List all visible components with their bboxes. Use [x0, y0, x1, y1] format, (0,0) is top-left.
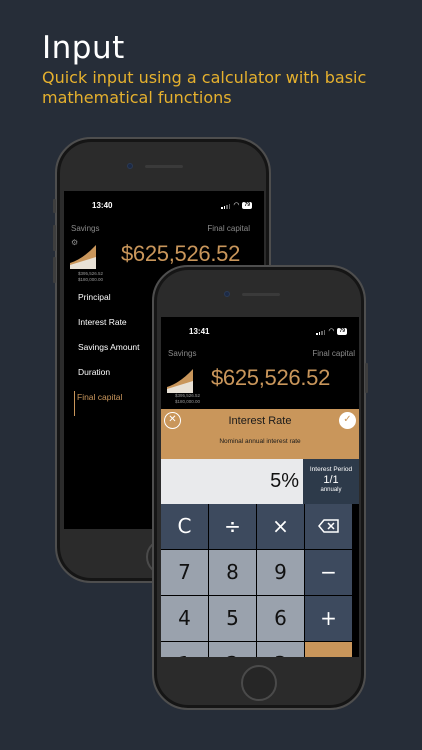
chart-legend: $395,526.52 $180,000.00: [78, 271, 103, 282]
headline: Input: [42, 30, 125, 66]
final-capital-amount: $625,526.52: [121, 241, 241, 266]
key-6[interactable]: 6: [257, 596, 304, 641]
legend-interest: $395,526.52: [175, 393, 201, 398]
savings-chart-icon: [167, 369, 193, 393]
multiply-key[interactable]: ×: [257, 504, 304, 549]
legend-principal: $180,000.00: [78, 276, 104, 282]
key-2[interactable]: 2: [209, 642, 256, 657]
final-capital-label: Final capital: [207, 224, 250, 233]
display-value: 5%: [270, 470, 299, 492]
minus-key[interactable]: −: [305, 550, 352, 595]
final-capital-label: Final capital: [312, 349, 355, 358]
battery-icon: 79: [242, 202, 252, 209]
divide-key[interactable]: ÷: [209, 504, 256, 549]
clock: 13:40: [92, 201, 113, 210]
interest-period-selector[interactable]: Interest Period 1/1 annualy: [303, 459, 359, 504]
speaker: [242, 293, 280, 296]
battery-icon: 79: [337, 328, 347, 335]
plus-key[interactable]: +: [305, 596, 352, 641]
key-5[interactable]: 5: [209, 596, 256, 641]
savings-chart-icon: [70, 245, 96, 269]
savings-label: Savings: [71, 224, 100, 233]
subline: Quick input using a calculator with basi…: [42, 68, 367, 107]
status-bar: 13:41 ◠ 79: [161, 327, 359, 341]
equals-key[interactable]: [305, 642, 352, 657]
calculator-display: 5%: [161, 459, 303, 504]
backspace-icon: [317, 519, 339, 533]
key-8[interactable]: 8: [209, 550, 256, 595]
period-label: Interest Period: [309, 466, 353, 473]
period-unit: annualy: [320, 487, 342, 493]
backspace-key[interactable]: [305, 504, 352, 549]
dialog-subtitle: Nominal annual interest rate: [219, 438, 301, 445]
front-camera: [224, 291, 230, 297]
key-7[interactable]: 7: [161, 550, 208, 595]
key-4[interactable]: 4: [161, 596, 208, 641]
checkmark-icon[interactable]: ✓: [339, 412, 356, 429]
dialog-title: Interest Rate: [228, 415, 292, 427]
key-1[interactable]: 1: [161, 642, 208, 657]
legend-principal: $180,000.00: [175, 398, 201, 404]
legend-interest: $395,526.52: [78, 271, 104, 276]
signal-icon: [316, 329, 326, 335]
speaker: [145, 165, 183, 168]
period-value: 1/1: [323, 474, 339, 486]
wifi-icon: ◠: [233, 202, 240, 209]
clock: 13:41: [189, 327, 210, 336]
home-button[interactable]: [241, 665, 277, 701]
front-camera: [127, 163, 133, 169]
status-bar: 13:40 ◠ 79: [64, 201, 264, 215]
signal-icon: [221, 203, 231, 209]
chart-legend: $395,526.52 $180,000.00: [175, 393, 200, 404]
final-capital-amount: $625,526.52: [211, 365, 331, 390]
interest-rate-dialog-header: ✕ Interest Rate ✓ Nominal annual interes…: [161, 409, 359, 459]
wifi-icon: ◠: [328, 328, 335, 335]
clear-key[interactable]: C: [161, 504, 208, 549]
front-screen: 13:41 ◠ 79 Savings Final capital $625,52…: [161, 317, 359, 657]
savings-label: Savings: [168, 349, 197, 358]
key-3[interactable]: 3: [257, 642, 304, 657]
key-9[interactable]: 9: [257, 550, 304, 595]
front-phone: 13:41 ◠ 79 Savings Final capital $625,52…: [152, 265, 368, 710]
